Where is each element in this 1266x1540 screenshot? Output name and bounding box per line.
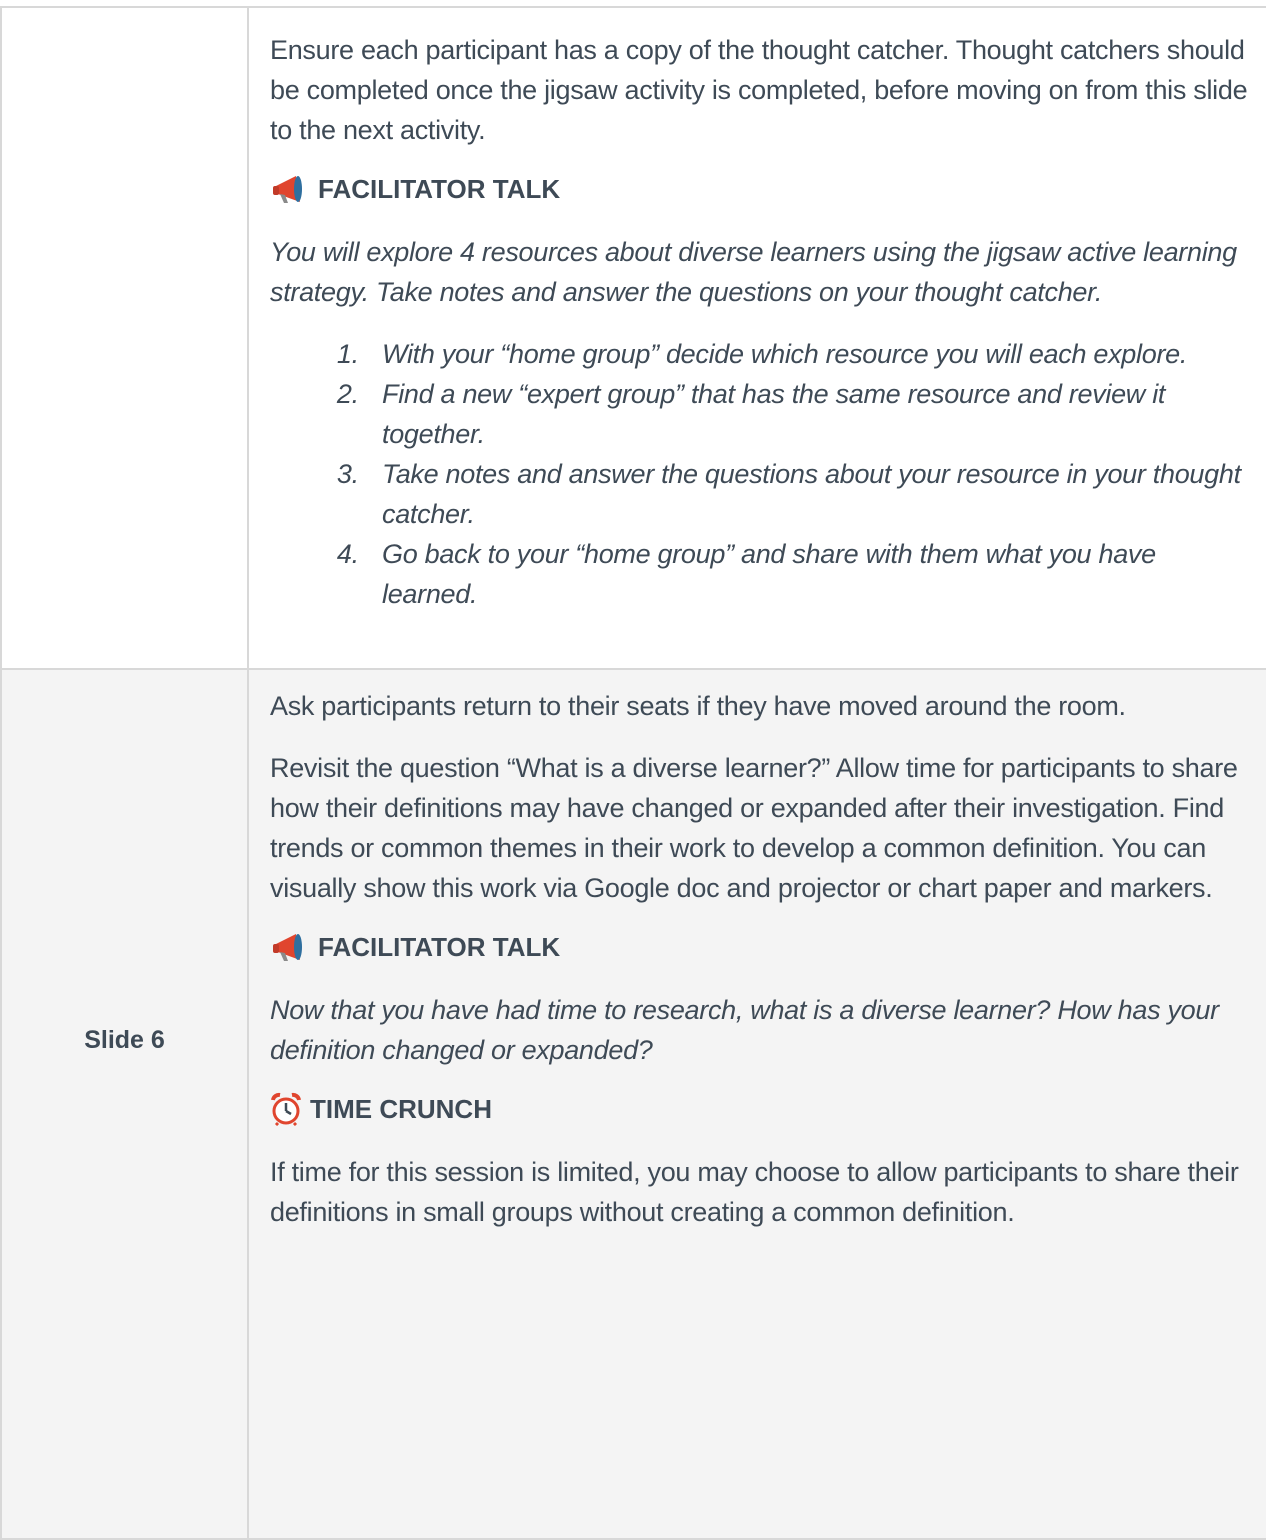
facilitator-talk-heading: FACILITATOR TALK xyxy=(270,930,1258,964)
facilitator-talk-label: FACILITATOR TALK xyxy=(318,931,561,962)
facilitator-talk-text: You will explore 4 resources about diver… xyxy=(270,237,1237,307)
slide-label-cell xyxy=(0,6,249,670)
facilitator-talk-heading: FACILITATOR TALK xyxy=(270,172,1258,206)
table-row: Slide 6 Ask participants return to their… xyxy=(0,668,1266,1540)
list-item: Find a new “expert group” that has the s… xyxy=(366,374,1258,454)
alarm-clock-icon xyxy=(270,1092,302,1126)
list-item: Go back to your “home group” and share w… xyxy=(366,534,1258,614)
megaphone-icon xyxy=(270,172,310,206)
megaphone-icon xyxy=(270,930,310,964)
time-crunch-text: If time for this session is limited, you… xyxy=(270,1157,1239,1227)
time-crunch-label: TIME CRUNCH xyxy=(310,1093,492,1124)
facilitator-guide-page: Ensure each participant has a copy of th… xyxy=(0,0,1266,1540)
facilitator-guide-table: Ensure each participant has a copy of th… xyxy=(0,6,1266,1540)
list-item: With your “home group” decide which reso… xyxy=(366,334,1258,374)
list-item: Take notes and answer the questions abou… xyxy=(366,454,1258,534)
slide-label: Slide 6 xyxy=(84,1025,165,1054)
intro-paragraph: Ensure each participant has a copy of th… xyxy=(270,35,1248,145)
notes-cell: Ensure each participant has a copy of th… xyxy=(247,6,1266,670)
table-row: Ensure each participant has a copy of th… xyxy=(0,6,1266,670)
facilitator-talk-label: FACILITATOR TALK xyxy=(318,173,561,204)
notes-cell: Ask participants return to their seats i… xyxy=(247,668,1266,1540)
time-crunch-heading: TIME CRUNCH xyxy=(270,1092,1258,1126)
revisit-question-paragraph: Revisit the question “What is a diverse … xyxy=(270,753,1238,903)
return-seats-paragraph: Ask participants return to their seats i… xyxy=(270,691,1126,721)
slide-label-cell: Slide 6 xyxy=(0,668,249,1540)
facilitator-talk-text: Now that you have had time to research, … xyxy=(270,995,1219,1065)
jigsaw-steps-list: With your “home group” decide which reso… xyxy=(270,334,1258,614)
